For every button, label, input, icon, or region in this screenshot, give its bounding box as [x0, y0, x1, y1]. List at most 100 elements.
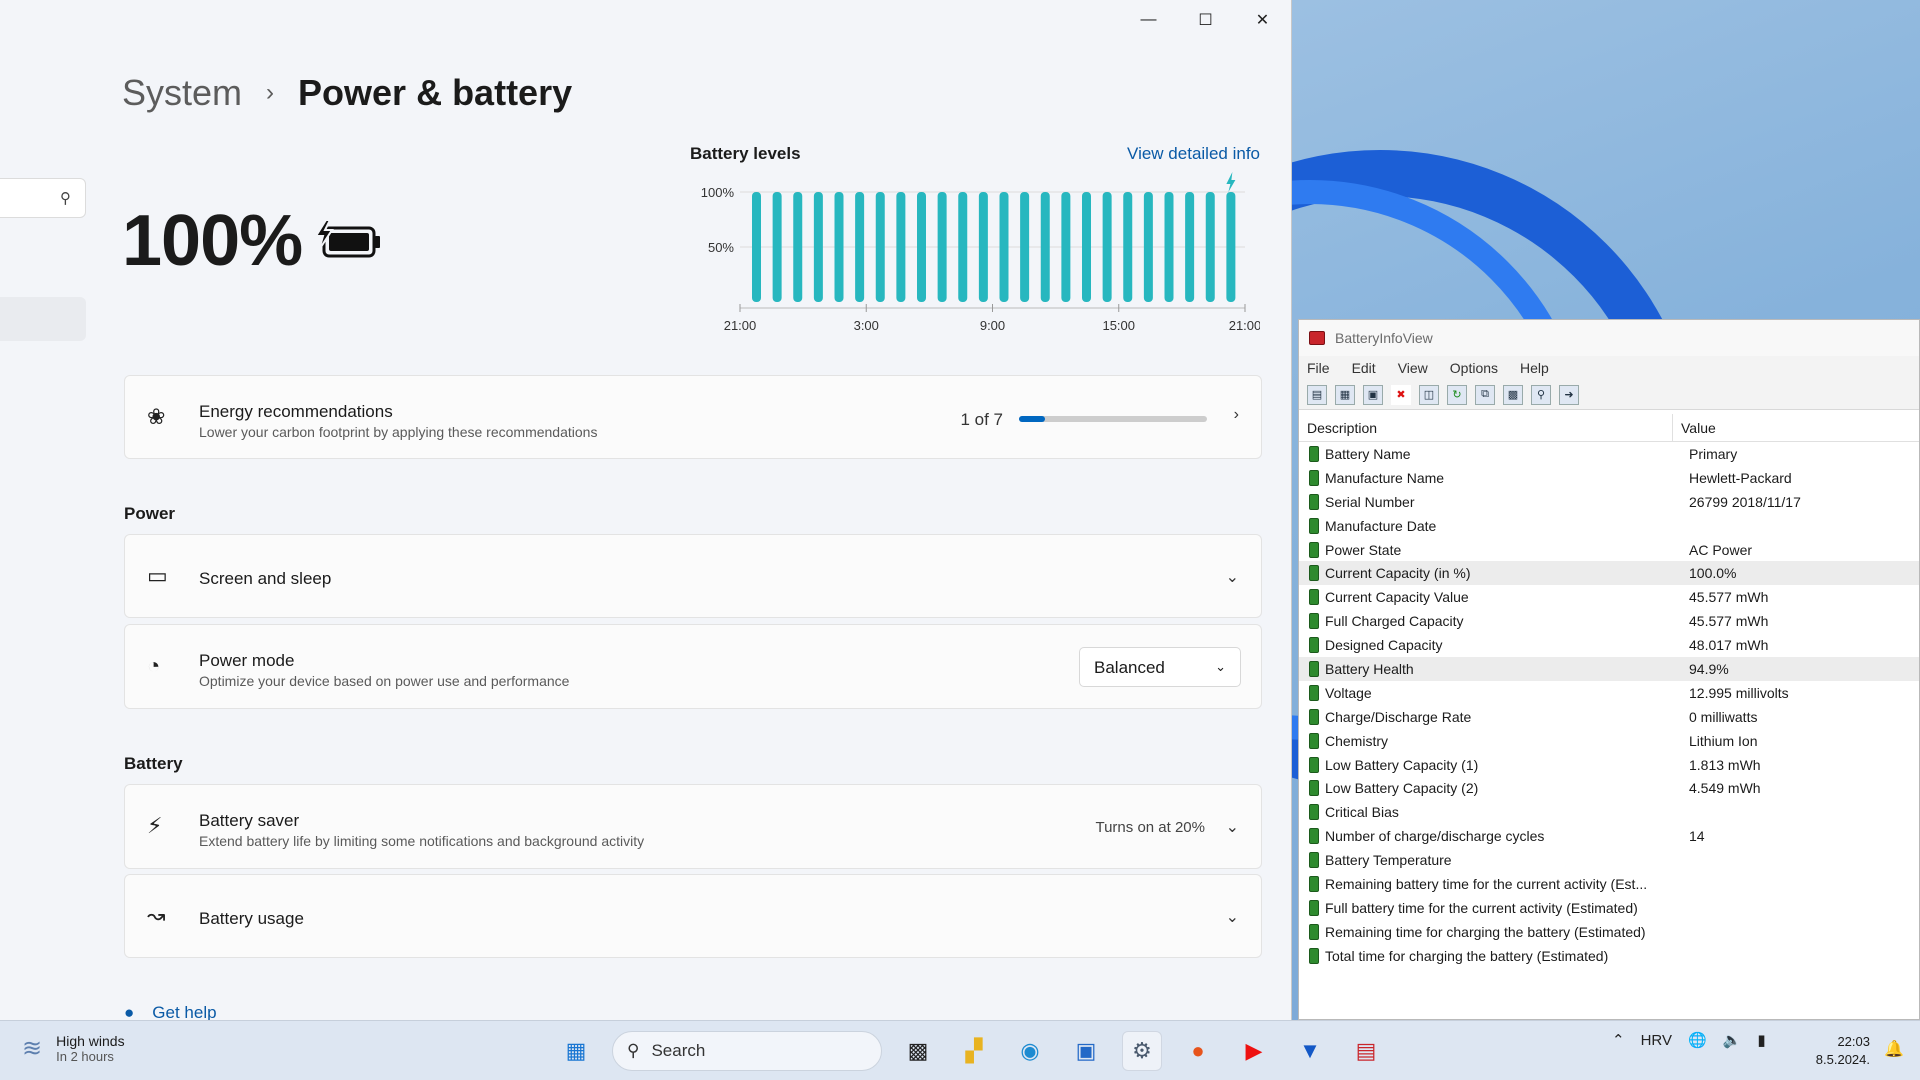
table-row[interactable]: Chemistry Lithium Ion: [1299, 729, 1919, 753]
battery-icon[interactable]: ▮: [1757, 1031, 1765, 1049]
battery-section-title: Battery: [124, 754, 183, 773]
table-row[interactable]: Current Capacity Value 45.577 mWh: [1299, 585, 1919, 609]
sidebar-item-selected[interactable]: [0, 297, 86, 341]
youtube-icon[interactable]: ▶: [1234, 1031, 1274, 1071]
menu-options[interactable]: Options: [1450, 360, 1498, 376]
settings-window: — ☐ ✕ System › Power & battery ⚲ 100% Ba…: [0, 0, 1292, 1020]
chart-bar: [1082, 192, 1091, 302]
clock-date: 8.5.2024.: [1815, 1052, 1870, 1067]
menu-view[interactable]: View: [1398, 360, 1428, 376]
taskbar-search-label: Search: [651, 1041, 706, 1060]
row-value: 45.577 mWh: [1689, 589, 1769, 606]
defender-shield-icon[interactable]: ▼: [1290, 1031, 1330, 1071]
row-value: Hewlett-Packard: [1689, 469, 1792, 486]
get-help-link[interactable]: ● Get help: [124, 1003, 217, 1020]
task-view-icon[interactable]: ▩: [898, 1031, 938, 1071]
power-mode-select[interactable]: Balanced ⌄: [1079, 647, 1241, 687]
close-button[interactable]: ✕: [1234, 0, 1291, 40]
table-row[interactable]: Serial Number 26799 2018/11/17: [1299, 490, 1919, 514]
battery-usage-card[interactable]: ↝ Battery usage ⌄: [124, 874, 1262, 958]
copy-icon[interactable]: ⧉: [1475, 384, 1495, 405]
file-explorer-icon[interactable]: ▞: [954, 1031, 994, 1071]
weather-widget[interactable]: ≋ High winds In 2 hours: [22, 1033, 125, 1064]
battery-saver-card[interactable]: ⚡ Battery saver Extend battery life by l…: [124, 784, 1262, 869]
table-row[interactable]: Low Battery Capacity (1) 1.813 mWh: [1299, 753, 1919, 777]
language-indicator[interactable]: HRV: [1641, 1032, 1672, 1049]
row-description: Charge/Discharge Rate: [1325, 708, 1472, 725]
globe-icon[interactable]: 🌐: [1688, 1031, 1707, 1049]
chart-bar: [793, 192, 803, 302]
table-row[interactable]: Battery Health 94.9%: [1299, 657, 1919, 681]
batteryinfoview-taskbar-icon[interactable]: ▤: [1346, 1031, 1386, 1071]
row-value: AC Power: [1689, 541, 1753, 558]
table-row[interactable]: Designed Capacity 48.017 mWh: [1299, 633, 1919, 657]
clock[interactable]: 22:03 8.5.2024.: [1816, 1033, 1870, 1069]
maximize-button[interactable]: ☐: [1177, 0, 1234, 40]
taskbar-search[interactable]: ⚲ Search: [612, 1031, 882, 1071]
refresh-icon[interactable]: ↻: [1447, 384, 1467, 405]
start-icon[interactable]: ▦: [556, 1031, 596, 1071]
find-icon[interactable]: ⚲: [1531, 384, 1551, 405]
menu-help[interactable]: Help: [1520, 360, 1549, 376]
table-row[interactable]: Power State AC Power: [1299, 538, 1919, 562]
menu-edit[interactable]: Edit: [1352, 360, 1376, 376]
battery-saver-status: Turns on at 20%: [1095, 819, 1205, 836]
edge-icon[interactable]: ◉: [1010, 1031, 1050, 1071]
html-report-icon[interactable]: ▩: [1503, 384, 1523, 405]
energy-recommendations-card[interactable]: ❀ Energy recommendations Lower your carb…: [124, 375, 1262, 459]
chart-title: Battery levels: [690, 144, 801, 163]
taskbar-apps: ▦ ⚲ Search ▩ ▞ ◉ ▣ ⚙ ● ▶ ▼ ▤: [556, 1031, 1386, 1071]
chart-x-tick-label: 21:00: [724, 318, 757, 333]
table-row[interactable]: Charge/Discharge Rate 0 milliwatts: [1299, 705, 1919, 729]
view-detailed-info-link[interactable]: View detailed info: [1127, 144, 1260, 164]
battery-info-icon[interactable]: ▤: [1307, 384, 1327, 405]
charging-bolt-icon: [1226, 172, 1236, 192]
table-row[interactable]: Total time for charging the battery (Est…: [1299, 944, 1919, 968]
search-icon: ⚲: [627, 1041, 640, 1060]
battery-usage-title: Battery usage: [199, 909, 304, 928]
table-row[interactable]: Manufacture Name Hewlett-Packard: [1299, 466, 1919, 490]
notification-bell-icon[interactable]: 🔔: [1884, 1039, 1904, 1059]
chart-bar: [813, 192, 823, 302]
battery-row-icon: [1309, 589, 1319, 606]
chart-x-tick-label: 15:00: [1102, 318, 1135, 333]
speaker-icon[interactable]: 🔈: [1723, 1031, 1742, 1049]
screen-and-sleep-card[interactable]: ▭ Screen and sleep ⌄: [124, 534, 1262, 618]
table-row[interactable]: Voltage 12.995 millivolts: [1299, 681, 1919, 705]
chevron-up-icon[interactable]: ⌃: [1612, 1031, 1625, 1049]
column-description[interactable]: Description: [1299, 414, 1673, 441]
battery-saver-title: Battery saver: [199, 811, 300, 830]
row-description: Low Battery Capacity (1): [1325, 756, 1479, 773]
store-icon[interactable]: ▣: [1066, 1031, 1106, 1071]
battery-saver-subtitle: Extend battery life by limiting some not…: [199, 833, 645, 849]
table-row[interactable]: Full Charged Capacity 45.577 mWh: [1299, 609, 1919, 633]
table-row[interactable]: Low Battery Capacity (2) 4.549 mWh: [1299, 776, 1919, 800]
table-row[interactable]: Battery Temperature: [1299, 848, 1919, 872]
sidebar-search-input[interactable]: ⚲: [0, 178, 86, 218]
chart-bar: [1143, 192, 1153, 302]
firefox-icon[interactable]: ●: [1178, 1031, 1218, 1071]
settings-gear-icon[interactable]: ⚙: [1122, 1031, 1162, 1071]
delete-icon[interactable]: ✖: [1391, 384, 1411, 405]
table-row[interactable]: Battery Name Primary: [1299, 442, 1919, 466]
row-description: Battery Health: [1325, 660, 1414, 677]
save-icon[interactable]: ◫: [1419, 384, 1439, 405]
table-row[interactable]: Current Capacity (in %) 100.0%: [1299, 561, 1919, 586]
properties-icon[interactable]: ▣: [1363, 384, 1383, 405]
chevron-right-icon: ›: [1233, 406, 1239, 423]
power-section-title: Power: [124, 504, 176, 523]
table-row[interactable]: Number of charge/discharge cycles 14: [1299, 824, 1919, 848]
menu-file[interactable]: File: [1307, 360, 1330, 376]
table-row[interactable]: Manufacture Date: [1299, 514, 1919, 538]
breadcrumb-system[interactable]: System: [122, 72, 242, 114]
table-row[interactable]: Remaining time for charging the battery …: [1299, 920, 1919, 944]
exit-icon[interactable]: ➜: [1559, 384, 1579, 405]
row-description: Battery Temperature: [1325, 852, 1452, 869]
battery-levels-chart: Battery levels View detailed info 100% 50…: [690, 140, 1260, 355]
table-row[interactable]: Remaining battery time for the current a…: [1299, 872, 1919, 896]
table-row[interactable]: Critical Bias: [1299, 800, 1919, 824]
table-row[interactable]: Full battery time for the current activi…: [1299, 896, 1919, 920]
column-value[interactable]: Value: [1673, 414, 1724, 441]
battery-log-icon[interactable]: ▦: [1335, 384, 1355, 405]
minimize-button[interactable]: —: [1120, 0, 1177, 40]
